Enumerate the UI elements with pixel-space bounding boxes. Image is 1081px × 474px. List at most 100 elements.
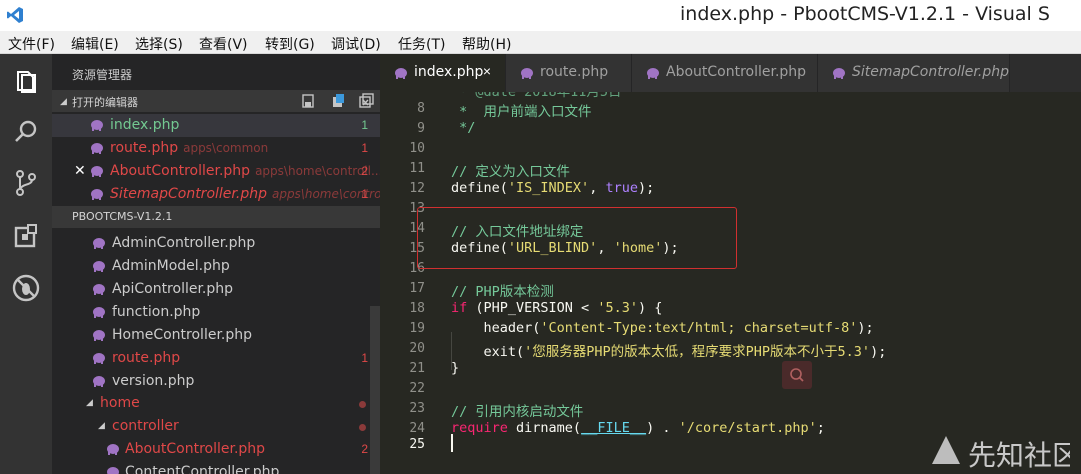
php-file-icon <box>91 143 103 154</box>
menu-bar: 文件(F) 编辑(E) 选择(S) 查看(V) 转到(G) 调试(D) 任务(T… <box>0 31 1081 54</box>
tab-label: AboutController.php <box>666 64 807 80</box>
save-all-files-icon[interactable] <box>330 93 346 109</box>
php-file-icon <box>93 307 105 318</box>
tree-item[interactable]: function.php <box>52 301 380 324</box>
search-icon[interactable] <box>10 116 42 148</box>
code-line: exit('您服务器PHP的版本太低，程序要求PHP版本不小于5.3'); <box>451 344 887 360</box>
menu-edit[interactable]: 编辑(E) <box>71 34 119 54</box>
watermark: 先知社区 <box>928 430 1080 472</box>
code-editor[interactable]: 7 8 9 10 11 12 13 14 15 16 17 18 19 20 2… <box>380 92 1081 474</box>
code-line: define('IS_INDEX', true); <box>451 180 655 196</box>
menu-view[interactable]: 查看(V) <box>199 34 248 54</box>
menu-go[interactable]: 转到(G) <box>265 34 315 54</box>
tree-item-name: HomeController.php <box>112 327 253 343</box>
tree-item-name: AdminController.php <box>112 235 256 251</box>
line-number: 8 <box>417 101 425 116</box>
tree-item[interactable]: ApiController.php <box>52 278 380 301</box>
watermark-logo-icon <box>932 436 960 464</box>
open-editor-item[interactable]: ✕ AboutController.php apps\home\controll.… <box>52 160 380 183</box>
open-editor-item[interactable]: SitemapController.phpapps\home\controll.… <box>52 183 380 206</box>
php-file-icon <box>93 284 105 295</box>
php-file-icon <box>521 68 533 79</box>
tree-item[interactable]: AdminModel.php <box>52 255 380 278</box>
folder-expanded-icon: ◢ <box>98 420 105 430</box>
close-all-icon[interactable] <box>358 93 374 109</box>
tree-item-name: AdminModel.php <box>112 258 230 274</box>
line-number: 22 <box>409 381 425 396</box>
explorer-title: 资源管理器 <box>72 68 133 82</box>
code-line: * 用户前端入口文件 <box>451 104 592 120</box>
php-file-icon <box>91 120 103 131</box>
tree-item-name: ApiController.php <box>112 281 234 297</box>
menu-selection[interactable]: 选择(S) <box>135 34 183 54</box>
extensions-icon[interactable] <box>10 220 42 252</box>
close-editor-icon[interactable]: ✕ <box>74 162 86 179</box>
tab-sitemapcontroller-php[interactable]: SitemapController.php <box>818 54 1010 92</box>
search-overlay[interactable] <box>782 361 812 389</box>
menu-help[interactable]: 帮助(H) <box>462 34 511 54</box>
tree-item[interactable]: version.php <box>52 370 380 393</box>
collapse-arrow-icon: ◢ <box>60 96 67 106</box>
line-number: 19 <box>409 321 425 336</box>
tree-folder-controller[interactable]: ◢ controller <box>52 415 380 438</box>
php-file-icon <box>93 261 105 272</box>
tree-item-badge: 2 <box>361 442 368 456</box>
text-cursor <box>451 434 453 452</box>
code-line: // 引用内核启动文件 <box>451 404 584 420</box>
open-editor-item[interactable]: route.php apps\common 1 <box>52 137 380 160</box>
source-control-icon[interactable] <box>10 167 42 199</box>
code-line: // 定义为入口文件 <box>451 164 570 180</box>
code-line: */ <box>451 120 476 136</box>
tree-item-name: version.php <box>112 373 195 389</box>
tab-route-php[interactable]: route.php <box>506 54 632 92</box>
tab-label: route.php <box>540 64 609 80</box>
line-number: 23 <box>409 401 425 416</box>
open-editor-item[interactable]: index.php 1 <box>52 114 380 137</box>
explorer-icon[interactable] <box>10 66 42 98</box>
menu-debug[interactable]: 调试(D) <box>331 34 381 54</box>
sidebar-scrollbar[interactable] <box>370 306 380 474</box>
php-file-icon <box>93 376 105 387</box>
code-line: require dirname(__FILE__) . '/core/start… <box>451 420 825 436</box>
code-line: header('Content-Type:text/html; charset=… <box>451 320 874 336</box>
search-icon <box>790 368 804 382</box>
line-number: 11 <box>409 161 425 176</box>
line-number: 18 <box>409 301 425 316</box>
code-line: // PHP版本检测 <box>451 284 554 300</box>
tree-folder-home[interactable]: ◢ home <box>52 392 380 415</box>
php-file-icon <box>93 353 105 364</box>
code-line: } <box>451 360 460 376</box>
line-number: 20 <box>409 341 425 356</box>
line-number: 10 <box>409 141 425 156</box>
line-number: 21 <box>409 361 425 376</box>
php-file-icon <box>647 68 659 79</box>
editor-tab-bar: index.php × route.php AboutController.ph… <box>380 54 1081 92</box>
open-editor-name: AboutController.php apps\home\controll... <box>110 163 380 179</box>
watermark-text: 先知社区 <box>968 439 1081 472</box>
save-all-icon[interactable] <box>300 93 316 109</box>
php-file-icon <box>107 444 119 455</box>
tree-item[interactable]: AdminController.php <box>52 232 380 255</box>
code-line: * @date 2018年11月5日 <box>451 92 622 100</box>
php-file-icon <box>395 68 407 79</box>
menu-tasks[interactable]: 任务(T) <box>398 34 445 54</box>
project-name: PBOOTCMS-V1.2.1 <box>72 210 173 223</box>
open-editors-label: 打开的编辑器 <box>72 96 138 109</box>
tab-close-icon[interactable]: × <box>483 63 491 79</box>
open-editors-header[interactable]: ◢ 打开的编辑器 <box>52 90 380 112</box>
tab-index-php[interactable]: index.php × <box>380 54 506 92</box>
project-header[interactable]: PBOOTCMS-V1.2.1 <box>52 206 380 228</box>
tree-item-badge: 1 <box>361 351 368 365</box>
title-bar: index.php - PbootCMS-V1.2.1 - Visual S <box>0 0 1081 31</box>
open-editor-path: apps\common <box>183 141 269 155</box>
open-editor-name: index.php <box>110 117 180 133</box>
modified-dot-icon <box>359 401 366 408</box>
debug-icon[interactable] <box>10 272 42 304</box>
editor-scrollbar[interactable] <box>1070 92 1081 474</box>
menu-file[interactable]: 文件(F) <box>8 34 55 54</box>
tree-item[interactable]: route.php 1 <box>52 347 380 370</box>
tab-aboutcontroller-php[interactable]: AboutController.php <box>632 54 818 92</box>
tree-item[interactable]: HomeController.php <box>52 324 380 347</box>
tree-item[interactable]: ContentController.php <box>52 461 380 474</box>
tree-item[interactable]: AboutController.php 2 <box>52 438 380 461</box>
